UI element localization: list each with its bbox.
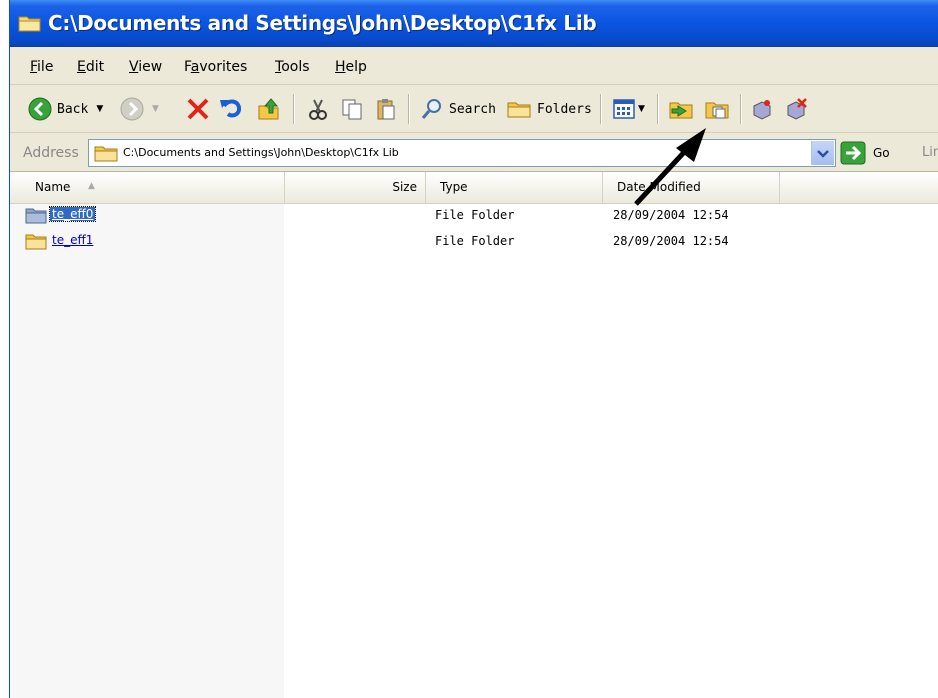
folder-icon [25,234,47,250]
menu-help[interactable]: Help [335,59,367,75]
paste-icon [377,99,395,120]
cut-icon [309,99,327,120]
chevron-down-icon [817,150,829,158]
close-icon [787,98,807,120]
copy-to-button[interactable] [704,93,730,125]
menu-file[interactable]: File [30,59,53,75]
file-name[interactable]: te_eff0 [48,206,97,222]
search-icon [421,99,441,119]
folders-button[interactable]: Folders [506,93,592,125]
close-properties-button[interactable] [784,93,808,125]
explorer-window: C:\Documents and Settings\John\Desktop\C… [9,0,938,698]
file-date: 28/09/2004 12:54 [613,234,729,248]
go-arrow-icon [840,141,866,165]
back-label: Back [57,101,89,117]
properties-icon [753,100,771,120]
search-label: Search [449,101,496,117]
address-label: Address [23,145,79,161]
undo-button[interactable] [218,93,244,125]
column-header-name[interactable]: Name ▲ [10,172,285,203]
copy-icon [342,99,362,120]
folder-icon [25,208,47,224]
file-type: File Folder [435,208,515,222]
search-button[interactable]: Search [420,93,496,125]
forward-dropdown-icon: ▼ [152,104,159,114]
column-header-size[interactable]: Size [285,172,426,203]
file-type: File Folder [435,234,515,248]
list-item[interactable]: te_eff1 File Folder 28/09/2004 12:54 [10,230,938,254]
menu-tools[interactable]: Tools [275,59,310,75]
title-bar[interactable]: C:\Documents and Settings\John\Desktop\C… [10,0,938,47]
sorted-column-shading [10,204,284,698]
up-folder-button[interactable] [256,93,282,125]
forward-button[interactable]: ▼ [120,93,159,125]
list-item[interactable]: te_eff0 File Folder 28/09/2004 12:54 [10,204,938,228]
standard-toolbar: Back ▼ ▼ Search Folders ▼ [10,86,938,133]
copy-to-icon [705,102,729,119]
paste-button[interactable] [374,93,398,125]
go-label: Go [873,146,890,160]
folder-icon [18,16,41,32]
views-button[interactable]: ▼ [612,93,645,125]
move-to-button[interactable] [668,93,694,125]
menu-edit[interactable]: Edit [77,59,104,75]
properties-button[interactable] [750,93,774,125]
folders-label: Folders [537,101,592,117]
sort-ascending-icon: ▲ [88,181,95,191]
copy-button[interactable] [340,93,364,125]
folders-icon [507,102,531,118]
file-date: 28/09/2004 12:54 [613,208,729,222]
up-folder-icon [258,98,279,120]
links-label[interactable]: Lin [922,145,938,160]
go-button[interactable]: Go [840,141,890,165]
address-value: C:\Documents and Settings\John\Desktop\C… [123,146,399,159]
views-dropdown-icon[interactable]: ▼ [638,104,645,114]
back-button[interactable]: Back ▼ [28,93,103,125]
views-icon [613,99,635,119]
column-header-date[interactable]: Date Modified [603,172,780,203]
address-dropdown-button[interactable] [811,141,834,165]
file-name[interactable]: te_eff1 [50,233,95,247]
forward-icon [120,97,144,121]
folder-icon [94,146,118,162]
move-to-icon [669,102,693,119]
undo-icon [220,99,241,118]
cut-button[interactable] [306,93,330,125]
address-bar: Address C:\Documents and Settings\John\D… [10,135,938,172]
menu-bar: File Edit View Favorites Tools Help [10,50,938,85]
address-input[interactable]: C:\Documents and Settings\John\Desktop\C… [88,139,836,167]
column-header: Name ▲ Size Type Date Modified [10,172,938,204]
window-title: C:\Documents and Settings\John\Desktop\C… [48,11,597,35]
column-header-type[interactable]: Type [426,172,603,203]
menu-favorites[interactable]: Favorites [184,59,247,75]
menu-view[interactable]: View [129,59,162,75]
back-dropdown-icon[interactable]: ▼ [96,104,103,114]
file-list-view[interactable]: Name ▲ Size Type Date Modified te_eff0 F… [10,172,938,698]
back-icon [28,97,52,121]
delete-button[interactable] [185,93,211,125]
delete-icon [187,98,209,120]
